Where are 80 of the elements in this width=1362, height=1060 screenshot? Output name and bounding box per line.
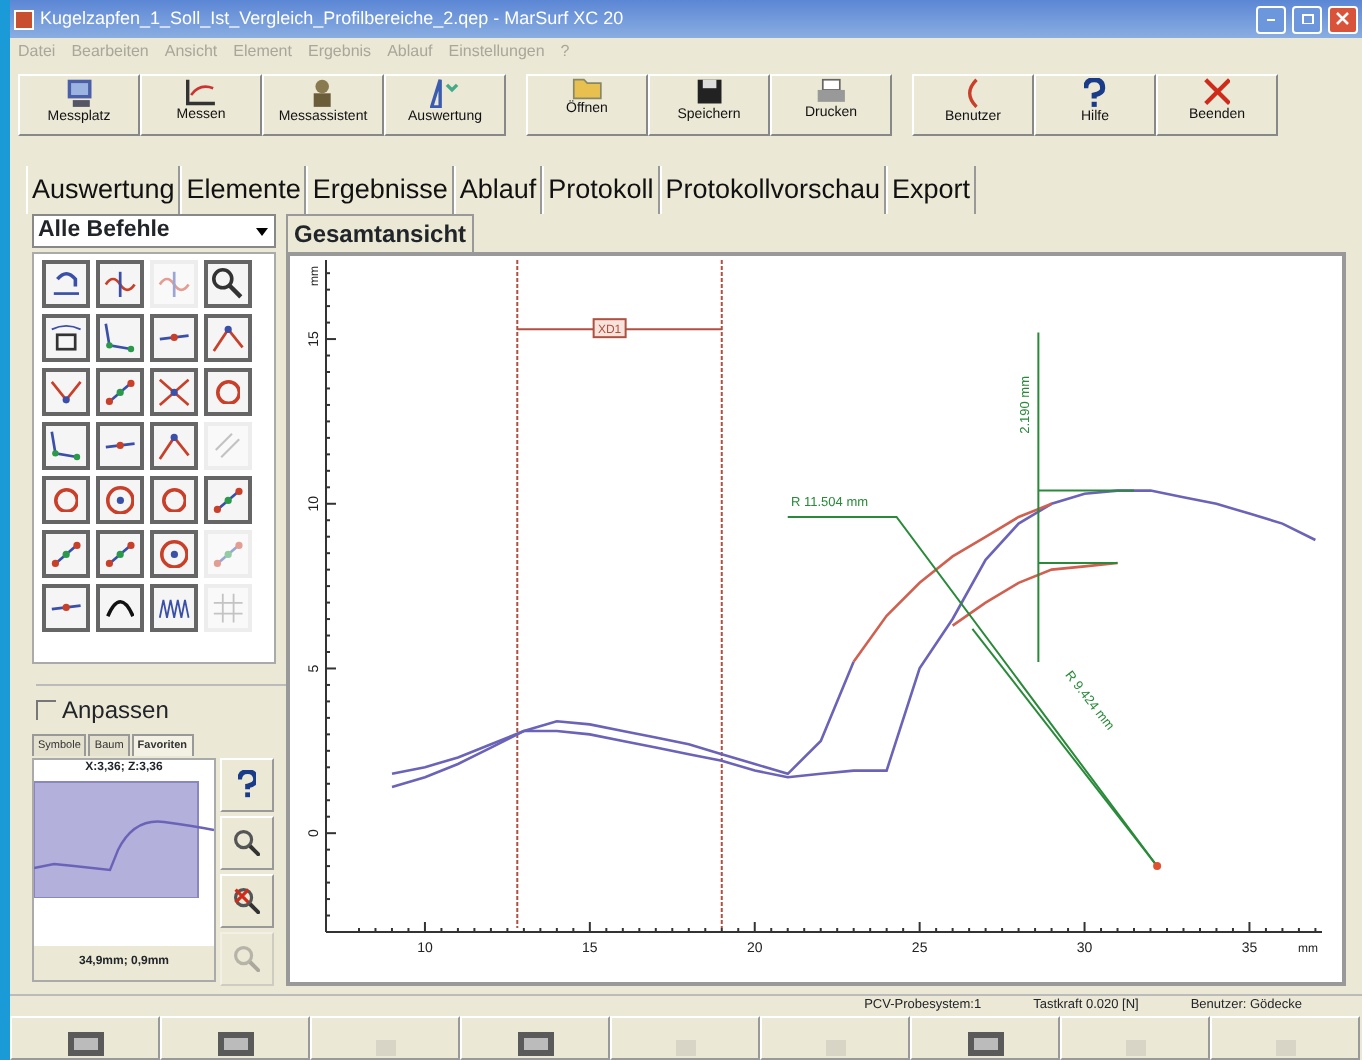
zoom-icon [233,829,261,857]
zoom-icon [212,268,244,300]
device-icon [515,1030,555,1058]
circle-icon [161,487,187,513]
tab[interactable]: Protokollvorschau [659,166,887,214]
close-icon [1203,78,1231,106]
tool-button[interactable] [150,584,198,632]
points-icon [211,485,245,515]
line-icon [49,602,83,614]
window-title: Kugelzapfen_1_Soll_Ist_Vergleich_Profilbereiche_2.qep - MarSurf XC 20 [40,5,626,32]
taskbar-button[interactable] [460,1016,610,1060]
grid-icon [211,591,245,625]
polyline-icon [50,430,82,462]
points-icon [49,539,83,569]
taskbar-button[interactable] [910,1016,1060,1060]
target-icon [159,539,189,569]
vee-icon [49,379,83,405]
folder-icon [571,78,603,100]
arc-icon [967,78,979,109]
points-icon [103,539,137,569]
zoom-icon [233,945,261,973]
angle-icon [157,431,191,461]
printer-icon [815,78,847,104]
maximize-icon [1301,13,1313,25]
app-icon [14,9,34,29]
help-icon [1084,78,1106,109]
zoom-delete-icon [233,887,261,915]
device-icon [215,1030,255,1058]
placeholder-icon [1123,1038,1147,1058]
placeholder-icon [1273,1038,1297,1058]
minimize-icon [1266,17,1276,21]
line-icon [103,440,137,452]
checkbox-label: Anpassen [62,693,169,728]
adjust-checkbox[interactable] [36,699,56,720]
floppy-icon [695,78,723,106]
wave-icon [157,597,191,619]
tool-button[interactable] [42,260,90,308]
taskbar-button[interactable] [160,1016,310,1060]
profile-icon [157,269,191,299]
side-button[interactable] [220,758,274,812]
angle-icon [211,323,245,353]
tool-button[interactable] [42,314,90,362]
help-icon [237,770,257,800]
arc-icon [105,599,135,617]
placeholder-icon [373,1038,397,1058]
tab[interactable]: Protokoll [542,166,660,214]
circle-icon [215,379,241,405]
hatch-icon [214,432,242,460]
undo-icon [51,272,81,296]
target-icon [105,485,135,515]
caret-icon [254,225,270,237]
line-icon [157,332,191,344]
device-icon [65,1030,105,1058]
device-icon [965,1030,1005,1058]
tool-button[interactable] [42,422,90,470]
taskbar-button[interactable] [10,1016,160,1060]
tool-button[interactable] [204,260,252,308]
tool-button[interactable] [96,260,144,308]
maximize-button[interactable] [1292,5,1322,33]
side-button[interactable] [220,874,274,928]
side-button[interactable] [220,816,274,870]
tool-button[interactable] [96,584,144,632]
polyline-icon [104,322,136,354]
placeholder-icon [823,1038,847,1058]
placeholder-icon [673,1038,697,1058]
profile-icon [103,269,137,299]
tab[interactable]: Export [886,166,977,214]
points-icon [103,377,137,407]
close-button[interactable] [1328,5,1358,33]
circle-icon [53,487,79,513]
triangle-ruler-icon [430,78,460,109]
cross-icon [157,377,191,407]
minimize-button[interactable] [1256,5,1286,33]
tool-button[interactable] [96,314,144,362]
command-dropdown[interactable]: Alle Befehle [32,214,276,248]
chart-icon [185,78,217,106]
close-icon [1336,12,1350,26]
monitor-icon [65,78,93,109]
view-tab[interactable]: Gesamtansicht [286,214,475,252]
points-icon [211,539,245,569]
